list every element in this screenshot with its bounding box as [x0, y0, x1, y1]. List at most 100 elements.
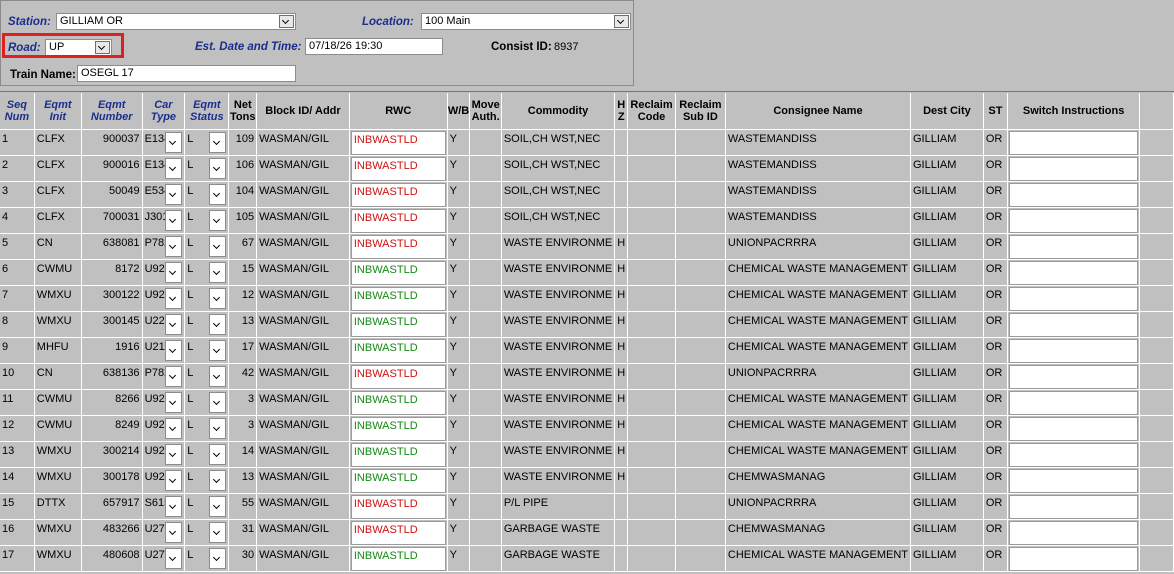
rwc-input[interactable]: INBWASTLD: [350, 442, 446, 466]
rwc-input[interactable]: INBWASTLD: [350, 390, 446, 414]
switch-instructions-input[interactable]: [1009, 520, 1139, 544]
chevron-down-icon[interactable]: [209, 313, 227, 335]
chevron-down-icon[interactable]: [614, 15, 629, 28]
chevron-down-icon[interactable]: [209, 443, 227, 465]
chevron-down-icon[interactable]: [165, 287, 183, 309]
car-type-cell[interactable]: E534: [142, 181, 186, 208]
car-type-cell[interactable]: S615: [142, 493, 186, 520]
rwc-input[interactable]: INBWASTLD: [350, 234, 446, 258]
switch-instructions-input[interactable]: [1009, 312, 1139, 336]
car-type-cell[interactable]: U923: [142, 259, 186, 286]
eqmt-status-cell[interactable]: L: [184, 363, 230, 390]
car-type-cell[interactable]: U273: [142, 545, 186, 572]
chevron-down-icon[interactable]: [165, 547, 183, 569]
table-row[interactable]: 13 WMXU 300214 U923 L 14 WASMAN/GIL INBWASTLD Y W…: [0, 441, 1174, 468]
eqmt-status-cell[interactable]: L: [184, 207, 230, 234]
car-type-cell[interactable]: U923: [142, 467, 186, 494]
switch-instructions-input[interactable]: [1009, 130, 1139, 154]
eqmt-status-cell[interactable]: L: [184, 259, 230, 286]
chevron-down-icon[interactable]: [209, 391, 227, 413]
chevron-down-icon[interactable]: [165, 261, 183, 283]
rwc-cell[interactable]: INBWASTLD: [349, 155, 448, 182]
table-row[interactable]: 15 DTTX 657917 S615 L 55 WASMAN/GIL INBWASTLD Y P…: [0, 493, 1174, 520]
rwc-input[interactable]: INBWASTLD: [350, 364, 446, 388]
rwc-cell[interactable]: INBWASTLD: [349, 259, 448, 286]
rwc-cell[interactable]: INBWASTLD: [349, 233, 448, 260]
col-car-type[interactable]: Car Type: [142, 93, 186, 130]
car-type-cell[interactable]: U923: [142, 389, 186, 416]
eqmt-status-cell[interactable]: L: [184, 337, 230, 364]
switch-instructions-input[interactable]: [1009, 364, 1139, 388]
chevron-down-icon[interactable]: [165, 521, 183, 543]
rwc-cell[interactable]: INBWASTLD: [349, 519, 448, 546]
rwc-input[interactable]: INBWASTLD: [350, 312, 446, 336]
location-select[interactable]: 100 Main: [421, 13, 631, 30]
chevron-down-icon[interactable]: [209, 469, 227, 491]
switch-instructions-cell[interactable]: [1007, 389, 1141, 416]
eqmt-status-cell[interactable]: L: [184, 519, 230, 546]
switch-instructions-input[interactable]: [1009, 390, 1139, 414]
switch-instructions-input[interactable]: [1009, 182, 1139, 206]
switch-instructions-input[interactable]: [1009, 234, 1139, 258]
switch-instructions-input[interactable]: [1009, 442, 1139, 466]
car-type-cell[interactable]: U923: [142, 415, 186, 442]
station-select[interactable]: GILLIAM OR: [56, 13, 296, 30]
car-type-cell[interactable]: U923: [142, 285, 186, 312]
chevron-down-icon[interactable]: [209, 547, 227, 569]
chevron-down-icon[interactable]: [165, 313, 183, 335]
car-type-cell[interactable]: P782: [142, 233, 186, 260]
eqmt-status-cell[interactable]: L: [184, 233, 230, 260]
chevron-down-icon[interactable]: [209, 495, 227, 517]
switch-instructions-input[interactable]: [1009, 156, 1139, 180]
eqmt-status-cell[interactable]: L: [184, 545, 230, 572]
rwc-input[interactable]: INBWASTLD: [350, 546, 446, 570]
switch-instructions-input[interactable]: [1009, 494, 1139, 518]
eqmt-status-cell[interactable]: L: [184, 415, 230, 442]
table-row[interactable]: 16 WMXU 483266 U273 L 31 WASMAN/GIL INBWASTLD Y G…: [0, 519, 1174, 546]
table-row[interactable]: 8 WMXU 300145 U223 L 13 WASMAN/GIL INBWASTLD Y WA…: [0, 311, 1174, 338]
rwc-input[interactable]: INBWASTLD: [350, 468, 446, 492]
table-row[interactable]: 9 MHFU 1916 U211 L 17 WASMAN/GIL INBWASTLD Y WAST…: [0, 337, 1174, 364]
switch-instructions-cell[interactable]: [1007, 155, 1141, 182]
switch-instructions-input[interactable]: [1009, 208, 1139, 232]
switch-instructions-input[interactable]: [1009, 468, 1139, 492]
chevron-down-icon[interactable]: [165, 235, 183, 257]
eqmt-status-cell[interactable]: L: [184, 181, 230, 208]
rwc-input[interactable]: INBWASTLD: [350, 130, 446, 154]
car-type-cell[interactable]: U223: [142, 311, 186, 338]
chevron-down-icon[interactable]: [209, 287, 227, 309]
switch-instructions-cell[interactable]: [1007, 181, 1141, 208]
switch-instructions-cell[interactable]: [1007, 519, 1141, 546]
chevron-down-icon[interactable]: [165, 365, 183, 387]
rwc-input[interactable]: INBWASTLD: [350, 494, 446, 518]
table-row[interactable]: 6 CWMU 8172 U923 L 15 WASMAN/GIL INBWASTLD Y WAST…: [0, 259, 1174, 286]
rwc-cell[interactable]: INBWASTLD: [349, 467, 448, 494]
switch-instructions-cell[interactable]: [1007, 441, 1141, 468]
switch-instructions-input[interactable]: [1009, 546, 1139, 570]
eqmt-status-cell[interactable]: L: [184, 441, 230, 468]
chevron-down-icon[interactable]: [209, 131, 227, 153]
rwc-cell[interactable]: INBWASTLD: [349, 207, 448, 234]
col-eqmt-status[interactable]: Eqmt Status: [184, 93, 230, 130]
table-row[interactable]: 7 WMXU 300122 U923 L 12 WASMAN/GIL INBWASTLD Y WA…: [0, 285, 1174, 312]
car-type-cell[interactable]: U923: [142, 441, 186, 468]
rwc-cell[interactable]: INBWASTLD: [349, 545, 448, 572]
rwc-cell[interactable]: INBWASTLD: [349, 285, 448, 312]
eqmt-status-cell[interactable]: L: [184, 129, 230, 156]
switch-instructions-cell[interactable]: [1007, 311, 1141, 338]
switch-instructions-cell[interactable]: [1007, 207, 1141, 234]
car-type-cell[interactable]: E134: [142, 155, 186, 182]
table-row[interactable]: 10 CN 638136 P782 L 42 WASMAN/GIL INBWASTLD Y WAS…: [0, 363, 1174, 390]
table-row[interactable]: 17 WMXU 480608 U273 L 30 WASMAN/GIL INBWASTLD Y G…: [0, 545, 1174, 572]
table-row[interactable]: 1 CLFX 900037 E134 L 109 WASMAN/GIL INBWASTLD Y S…: [0, 129, 1174, 156]
rwc-cell[interactable]: INBWASTLD: [349, 415, 448, 442]
chevron-down-icon[interactable]: [165, 183, 183, 205]
switch-instructions-cell[interactable]: [1007, 467, 1141, 494]
switch-instructions-cell[interactable]: [1007, 415, 1141, 442]
rwc-input[interactable]: INBWASTLD: [350, 338, 446, 362]
table-row[interactable]: 5 CN 638081 P782 L 67 WASMAN/GIL INBWASTLD Y WAST…: [0, 233, 1174, 260]
chevron-down-icon[interactable]: [165, 391, 183, 413]
chevron-down-icon[interactable]: [209, 521, 227, 543]
rwc-input[interactable]: INBWASTLD: [350, 286, 446, 310]
rwc-cell[interactable]: INBWASTLD: [349, 441, 448, 468]
